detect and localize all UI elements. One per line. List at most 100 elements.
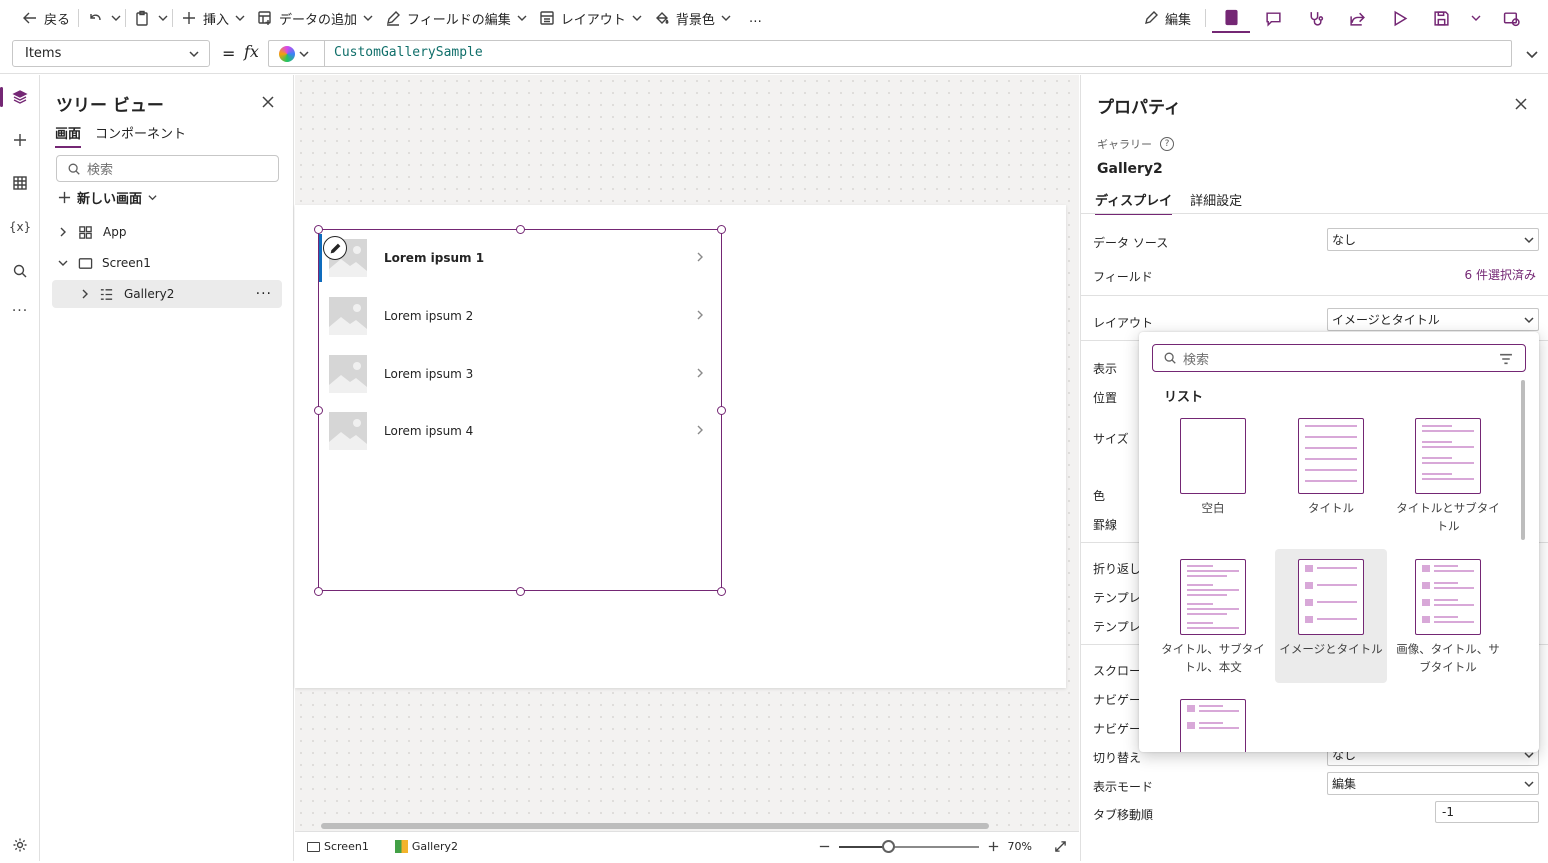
display-mode-dropdown[interactable]: 編集: [1327, 772, 1539, 795]
save-button[interactable]: [1422, 3, 1460, 33]
settings-rail-button[interactable]: [0, 827, 40, 863]
tab-advanced[interactable]: 詳細設定: [1190, 190, 1242, 215]
gallery-item[interactable]: Lorem ipsum 3: [319, 346, 721, 404]
tree-view-tabs: 画面 コンポーネント: [55, 123, 186, 148]
layout-option-image-title-subtitle[interactable]: 画像、タイトル、サブタイトル: [1392, 549, 1504, 683]
insert-rail-button[interactable]: [0, 122, 40, 158]
back-button[interactable]: 戻る: [16, 3, 76, 33]
title-subtitle-body-layout-icon: [1180, 559, 1246, 635]
layout-option-image-title[interactable]: イメージとタイトル: [1275, 549, 1387, 683]
undo-menu-button[interactable]: [109, 3, 123, 33]
gallery-item[interactable]: Lorem ipsum 4: [319, 403, 721, 461]
close-icon[interactable]: [1514, 97, 1528, 111]
more-rail-button[interactable]: ···: [0, 293, 40, 329]
chevron-down-icon: [189, 51, 199, 58]
publish-button[interactable]: [1492, 3, 1530, 33]
fit-to-window-icon[interactable]: [1054, 840, 1067, 853]
chevron-right-icon[interactable]: [695, 252, 705, 262]
horizontal-scrollbar[interactable]: [321, 823, 989, 829]
resize-handle[interactable]: [717, 225, 726, 234]
tree-node-more-button[interactable]: ···: [256, 286, 272, 302]
zoom-slider[interactable]: [838, 839, 979, 853]
undo-button[interactable]: [81, 3, 109, 33]
layout-option-more[interactable]: [1157, 689, 1269, 752]
copilot-button[interactable]: [279, 45, 319, 63]
resize-handle[interactable]: [314, 587, 323, 596]
tree-search-input[interactable]: 検索: [56, 155, 279, 182]
layout-search-input[interactable]: 検索: [1152, 344, 1526, 372]
edit-mode-button[interactable]: 編集: [1135, 3, 1199, 33]
tree-view-rail-button[interactable]: [0, 79, 40, 115]
equals-sign: =: [222, 44, 236, 63]
breadcrumb-screen[interactable]: Screen1: [307, 840, 369, 853]
resize-handle[interactable]: [717, 406, 726, 415]
resize-handle[interactable]: [314, 406, 323, 415]
chevron-right-icon[interactable]: [695, 368, 705, 378]
close-icon[interactable]: [261, 95, 275, 109]
gallery-item[interactable]: Lorem ipsum 1: [319, 230, 721, 288]
app-checker-button[interactable]: [1212, 3, 1250, 33]
layout-dropdown[interactable]: イメージとタイトル: [1327, 308, 1539, 331]
zoom-out-icon[interactable]: [818, 840, 831, 853]
more-commands-button[interactable]: …: [737, 3, 774, 33]
edit-template-button[interactable]: [323, 236, 347, 260]
design-canvas[interactable]: Lorem ipsum 1 Lorem ipsum 2 Lorem ipsum …: [295, 75, 1079, 831]
edit-fields-button[interactable]: フィールドの編集: [379, 3, 533, 33]
share-button[interactable]: [1338, 3, 1376, 33]
paste-menu-button[interactable]: [156, 3, 170, 33]
zoom-slider-thumb[interactable]: [881, 839, 895, 853]
gallery-control[interactable]: Lorem ipsum 1 Lorem ipsum 2 Lorem ipsum …: [314, 225, 726, 596]
layout-option-blank[interactable]: 空白: [1157, 408, 1269, 542]
flyout-scrollbar[interactable]: [1521, 380, 1525, 540]
tab-components[interactable]: コンポーネント: [95, 123, 186, 148]
layout-button[interactable]: レイアウト: [533, 3, 648, 33]
filter-icon[interactable]: [1499, 352, 1513, 366]
resize-handle[interactable]: [516, 587, 525, 596]
toggle-label: 切り替え: [1093, 751, 1142, 765]
data-rail-button[interactable]: [0, 165, 40, 201]
resize-handle[interactable]: [516, 225, 525, 234]
tab-display[interactable]: ディスプレイ: [1095, 190, 1173, 215]
publish-icon: [1503, 11, 1520, 26]
preview-button[interactable]: [1380, 3, 1418, 33]
data-source-dropdown[interactable]: なし: [1327, 228, 1539, 251]
fields-edit-link[interactable]: 6 件選択済み: [1465, 266, 1536, 283]
chevron-down-icon: [148, 195, 157, 201]
command-bar: 戻る 挿入 データの追加 フィールドの編集 レイアウト 背景色 … 編集: [0, 0, 1548, 36]
layout-option-title-subtitle-body[interactable]: タイトル、サブタイトル、本文: [1157, 549, 1269, 683]
chevron-down-icon[interactable]: [1526, 48, 1538, 60]
paste-button[interactable]: [128, 3, 156, 33]
resize-handle[interactable]: [314, 225, 323, 234]
insert-button[interactable]: 挿入: [175, 3, 251, 33]
app-icon: [79, 225, 92, 239]
chevron-right-icon[interactable]: [695, 425, 705, 435]
property-selector[interactable]: Items: [12, 40, 210, 67]
tree-node-screen1[interactable]: Screen1: [52, 249, 282, 277]
tree-node-app[interactable]: App: [52, 218, 282, 246]
tree-node-gallery2[interactable]: Gallery2 ···: [52, 280, 282, 308]
layout-option-title-subtitle[interactable]: タイトルとサブタイトル: [1392, 408, 1504, 542]
layout-value: イメージとタイトル: [1332, 313, 1440, 327]
variables-rail-button[interactable]: {x}: [0, 209, 40, 245]
formula-input[interactable]: CustomGallerySample: [268, 40, 1512, 67]
layout-option-title[interactable]: タイトル: [1275, 408, 1387, 542]
chevron-right-icon[interactable]: [695, 310, 705, 320]
tab-index-input[interactable]: -1: [1435, 801, 1539, 823]
app-screen[interactable]: Lorem ipsum 1 Lorem ipsum 2 Lorem ipsum …: [295, 205, 1066, 688]
background-color-button[interactable]: 背景色: [648, 3, 737, 33]
chevron-down-icon: [299, 51, 309, 58]
help-icon[interactable]: ?: [1160, 137, 1174, 151]
breadcrumb-gallery[interactable]: Gallery2: [394, 840, 458, 853]
save-menu-button[interactable]: [1464, 3, 1488, 33]
gallery-item[interactable]: Lorem ipsum 2: [319, 288, 721, 346]
tab-screens[interactable]: 画面: [55, 123, 82, 148]
resize-handle[interactable]: [717, 587, 726, 596]
play-icon: [1394, 10, 1407, 26]
health-check-button[interactable]: [1296, 3, 1334, 33]
chevron-down-icon: [1524, 237, 1534, 244]
comments-button[interactable]: [1254, 3, 1292, 33]
zoom-in-icon[interactable]: [987, 840, 1000, 853]
new-screen-button[interactable]: 新しい画面: [58, 188, 157, 207]
search-rail-button[interactable]: [0, 253, 40, 289]
add-data-button[interactable]: データの追加: [251, 3, 379, 33]
